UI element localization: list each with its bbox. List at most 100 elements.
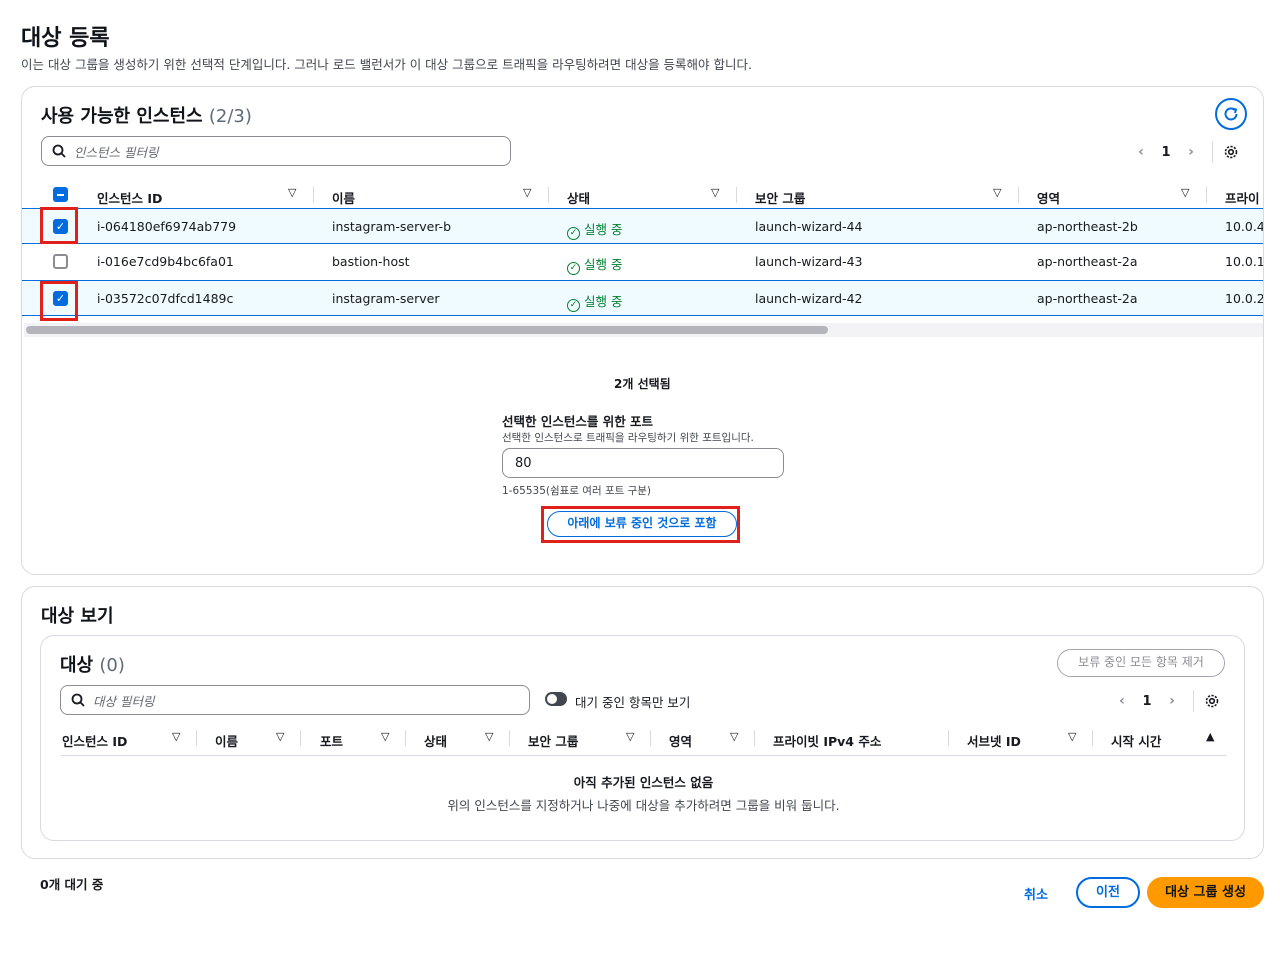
col-instance-id[interactable]: 인스턴스 ID (62, 731, 127, 750)
col-resizer[interactable] (754, 730, 755, 746)
remove-all-pending-button[interactable]: 보류 중인 모든 항목 제거 (1057, 649, 1225, 677)
instance-name: bastion-host (332, 254, 410, 269)
empty-state-description: 위의 인스턴스를 지정하거나 나중에 대상을 추가하려면 그룹을 비워 둡니다. (447, 798, 840, 813)
instance-status: ✓ 실행 중 (567, 219, 622, 240)
instance-page-number[interactable]: 1 (1152, 145, 1180, 160)
target-search-input[interactable]: 대상 필터링 (60, 685, 530, 715)
sort-down-icon[interactable]: ▽ (381, 730, 389, 743)
instance-security-group: launch-wizard-42 (755, 291, 863, 306)
target-search-placeholder: 대상 필터링 (93, 693, 155, 709)
instance-private-ip: 10.0.2. (1225, 291, 1264, 306)
targets-title: 대상 (60, 655, 94, 676)
status-label: 실행 중 (584, 257, 623, 272)
instance-zone: ap-northeast-2b (1037, 219, 1138, 234)
highlight-box (40, 207, 78, 244)
select-all-checkbox[interactable] (53, 187, 68, 202)
table-row[interactable]: i-016e7cd9b4bc6fa01 bastion-host ✓ 실행 중 l… (22, 244, 1264, 280)
targets-count: (0) (99, 655, 125, 676)
chevron-right-icon[interactable]: › (1180, 144, 1202, 160)
instance-status: ✓ 실행 중 (567, 254, 622, 275)
col-resizer[interactable] (1092, 730, 1093, 746)
col-launch-time[interactable]: 시작 시간 (1111, 731, 1161, 750)
sort-down-icon[interactable]: ▽ (730, 730, 738, 743)
col-security-group[interactable]: 보안 그룹 (755, 188, 805, 207)
col-resizer[interactable] (548, 187, 549, 203)
col-resizer[interactable] (1206, 187, 1207, 203)
create-target-group-button[interactable]: 대상 그룹 생성 (1147, 877, 1264, 908)
instance-zone: ap-northeast-2a (1037, 291, 1138, 306)
instance-pagination: ‹ 1 › (1130, 141, 1239, 163)
pending-count: 0개 대기 중 (40, 877, 104, 892)
instance-zone: ap-northeast-2a (1037, 254, 1138, 269)
col-resizer[interactable] (948, 730, 949, 746)
search-icon (52, 144, 66, 158)
col-resizer[interactable] (405, 730, 406, 746)
targets-table-header: 인스턴스 ID ▽ 이름 ▽ 포트 ▽ 상태 ▽ 보안 그룹 ▽ 영역 ▽ 프라… (61, 728, 1226, 756)
port-constraint-text: 1-65535(쉼표로 여러 포트 구분) (502, 485, 652, 497)
col-resizer[interactable] (300, 730, 301, 746)
cancel-button[interactable]: 취소 (1024, 884, 1048, 903)
col-name[interactable]: 이름 (332, 188, 355, 207)
row-checkbox[interactable] (53, 254, 68, 269)
sort-up-icon[interactable]: ▲ (1206, 730, 1214, 743)
table-row[interactable]: ✓ i-064180ef6974ab779 instagram-server-b… (22, 208, 1263, 244)
settings-icon[interactable] (1223, 144, 1239, 160)
scrollbar-thumb[interactable] (26, 326, 828, 334)
sort-down-icon[interactable]: ▽ (288, 186, 296, 199)
selected-count: 2개 선택됨 (614, 377, 671, 391)
col-port[interactable]: 포트 (320, 731, 343, 750)
col-status[interactable]: 상태 (567, 188, 590, 207)
targets-page-number[interactable]: 1 (1133, 694, 1161, 709)
sort-down-icon[interactable]: ▽ (523, 186, 531, 199)
col-security-group[interactable]: 보안 그룹 (528, 731, 578, 750)
instances-table-header: 인스턴스 ID ▽ 이름 ▽ 상태 ▽ 보안 그룹 ▽ 영역 ▽ 프라이빗 (22, 179, 1263, 225)
sort-down-icon[interactable]: ▽ (276, 730, 284, 743)
col-resizer[interactable] (650, 730, 651, 746)
sort-down-icon[interactable]: ▽ (626, 730, 634, 743)
col-resizer[interactable] (1018, 187, 1019, 203)
view-targets-panel: 대상 보기 대상 (0) 보류 중인 모든 항목 제거 대상 필터링 대기 중인… (21, 586, 1264, 859)
sort-down-icon[interactable]: ▽ (1181, 186, 1189, 199)
horizontal-scrollbar[interactable] (24, 323, 1263, 337)
table-row[interactable]: ✓ i-03572c07dfcd1489c instagram-server ✓… (22, 280, 1264, 316)
status-label: 실행 중 (584, 222, 623, 237)
col-instance-id[interactable]: 인스턴스 ID (97, 188, 162, 207)
instance-security-group: launch-wizard-44 (755, 219, 863, 234)
page-title: 대상 등록 (21, 26, 110, 51)
col-resizer[interactable] (196, 730, 197, 746)
col-private-ipv4[interactable]: 프라이빗 IPv4 주소 (773, 731, 881, 750)
chevron-right-icon[interactable]: › (1161, 693, 1183, 709)
instance-private-ip: 10.0.1. (1225, 254, 1264, 269)
col-status[interactable]: 상태 (424, 731, 447, 750)
port-input[interactable]: 80 (502, 448, 784, 478)
port-label: 선택한 인스턴스를 위한 포트 (502, 414, 654, 429)
sort-down-icon[interactable]: ▽ (172, 730, 180, 743)
col-zone[interactable]: 영역 (1037, 188, 1060, 207)
search-icon (71, 693, 85, 707)
targets-table-panel: 대상 (0) 보류 중인 모든 항목 제거 대상 필터링 대기 중인 항목만 보… (40, 635, 1245, 841)
col-resizer[interactable] (313, 187, 314, 203)
instance-search-input[interactable]: 인스턴스 필터링 (41, 136, 511, 166)
previous-button[interactable]: 이전 (1076, 877, 1140, 908)
pending-only-toggle[interactable] (545, 692, 567, 706)
sort-down-icon[interactable]: ▽ (993, 186, 1001, 199)
chevron-left-icon[interactable]: ‹ (1130, 144, 1152, 160)
settings-icon[interactable] (1204, 693, 1220, 709)
sort-down-icon[interactable]: ▽ (485, 730, 493, 743)
col-name[interactable]: 이름 (215, 731, 238, 750)
targets-pagination: ‹ 1 › (1111, 690, 1220, 712)
col-zone[interactable]: 영역 (669, 731, 692, 750)
instance-search-placeholder: 인스턴스 필터링 (74, 144, 159, 160)
col-subnet-id[interactable]: 서브넷 ID (967, 731, 1021, 750)
refresh-button[interactable] (1215, 98, 1247, 130)
sort-down-icon[interactable]: ▽ (1068, 730, 1076, 743)
port-help-text: 선택한 인스턴스로 트래픽을 라우팅하기 위한 포트입니다. (502, 432, 754, 444)
instance-security-group: launch-wizard-43 (755, 254, 863, 269)
view-targets-title: 대상 보기 (41, 606, 114, 627)
col-resizer[interactable] (509, 730, 510, 746)
instance-id: i-03572c07dfcd1489c (97, 291, 234, 306)
chevron-left-icon[interactable]: ‹ (1111, 693, 1133, 709)
sort-down-icon[interactable]: ▽ (711, 186, 719, 199)
col-resizer[interactable] (736, 187, 737, 203)
instance-name: instagram-server (332, 291, 440, 306)
